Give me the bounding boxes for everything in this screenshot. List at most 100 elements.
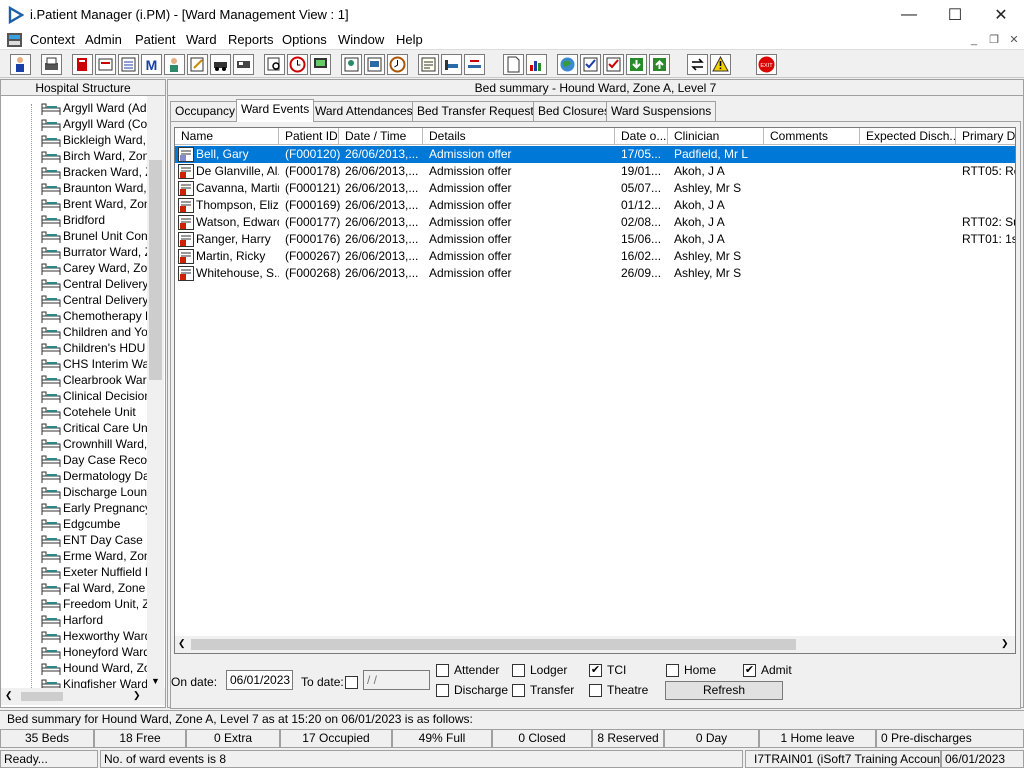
tree-item-ward[interactable]: Bickleigh Ward, Z xyxy=(37,132,147,148)
timer-icon[interactable] xyxy=(387,54,408,75)
tree-item-ward[interactable]: Critical Care Unit xyxy=(37,420,147,436)
globe-icon[interactable] xyxy=(557,54,578,75)
tree-item-ward[interactable]: Freedom Unit, Zo xyxy=(37,596,147,612)
tab-bed-closures[interactable]: Bed Closures xyxy=(533,101,616,121)
table-row[interactable]: De Glanville, Al... (F000178) 26/06/2013,.… xyxy=(175,163,1015,180)
tree-item-ward[interactable]: Clearbrook Ward xyxy=(37,372,147,388)
maximize-button[interactable]: ☐ xyxy=(932,0,978,30)
tree-item-ward[interactable]: Brunel Unit Contin xyxy=(37,228,147,244)
tab-occupancy[interactable]: Occupancy xyxy=(170,101,241,121)
tree-item-ward[interactable]: Birch Ward, Zone xyxy=(37,148,147,164)
scroll-left-icon[interactable]: ❮ xyxy=(5,690,15,702)
tree-item-ward[interactable]: Honeyford Ward, xyxy=(37,644,147,660)
approve-icon[interactable] xyxy=(603,54,624,75)
tree-hscroll-thumb[interactable] xyxy=(21,692,63,701)
checkbox-lodger[interactable] xyxy=(512,664,525,677)
tree-item-ward[interactable]: Harford xyxy=(37,612,147,628)
tree-item-ward[interactable]: Braunton Ward, Z xyxy=(37,180,147,196)
col-primary-diagnosis[interactable]: Primary Dia xyxy=(956,128,1015,145)
grid-scroll-right-icon[interactable]: ❯ xyxy=(1001,638,1009,649)
table-row[interactable]: Martin, Ricky (F000267) 26/06/2013,... Admi… xyxy=(175,248,1015,265)
close-button[interactable]: ✕ xyxy=(978,0,1024,30)
tree-item-ward[interactable]: Cotehele Unit xyxy=(37,404,147,420)
tree-item-ward[interactable]: Children's HDU (N xyxy=(37,340,147,356)
tree-item-ward[interactable]: Hound Ward, Zo xyxy=(37,660,147,676)
col-comments[interactable]: Comments xyxy=(764,128,860,145)
grid-hscroll-thumb[interactable] xyxy=(191,639,796,650)
person-icon[interactable] xyxy=(10,54,31,75)
monitor-icon[interactable] xyxy=(310,54,331,75)
tree-item-ward[interactable]: Central Delivery S xyxy=(37,292,147,308)
ambulance-icon[interactable] xyxy=(233,54,254,75)
mdi-restore-button[interactable]: ❐ xyxy=(986,33,1002,47)
tree-item-ward[interactable]: ENT Day Case U xyxy=(37,532,147,548)
menu-options[interactable]: Options xyxy=(282,32,327,47)
blank-document-icon[interactable] xyxy=(503,54,524,75)
checkbox-attender[interactable] xyxy=(436,664,449,677)
tree-item-ward[interactable]: Children and You xyxy=(37,324,147,340)
col-clinician[interactable]: Clinician xyxy=(668,128,764,145)
tree-item-ward[interactable]: Carey Ward, Zon xyxy=(37,260,147,276)
tree-item-ward[interactable]: Chemotherapy D xyxy=(37,308,147,324)
warning-icon[interactable] xyxy=(710,54,731,75)
minimize-button[interactable]: — xyxy=(886,0,932,30)
to-date-checkbox[interactable] xyxy=(345,676,358,689)
tab-ward-attendances[interactable]: Ward Attendances xyxy=(310,101,418,121)
menu-ward[interactable]: Ward xyxy=(186,32,217,47)
menu-admin[interactable]: Admin xyxy=(85,32,122,47)
tree-item-ward[interactable]: Argyll Ward (Cots xyxy=(37,116,147,132)
menu-help[interactable]: Help xyxy=(396,32,423,47)
checkbox-theatre[interactable] xyxy=(589,684,602,697)
tree-item-ward[interactable]: Day Case Recov xyxy=(37,452,147,468)
menu-patient[interactable]: Patient xyxy=(135,32,175,47)
tab-ward-suspensions[interactable]: Ward Suspensions xyxy=(606,101,717,121)
tree-item-ward[interactable]: Edgcumbe xyxy=(37,516,147,532)
refresh-button[interactable]: Refresh xyxy=(665,681,783,700)
download-icon[interactable] xyxy=(626,54,647,75)
tree-item-ward[interactable]: CHS Interim Ward xyxy=(37,356,147,372)
table-row[interactable]: Bell, Gary (F000120) 26/06/2013,... Admissi… xyxy=(175,146,1015,163)
transport-icon[interactable] xyxy=(210,54,231,75)
mdi-minimize-button[interactable]: _ xyxy=(966,33,982,47)
checkbox-tci[interactable]: ✔ xyxy=(589,664,602,677)
form-icon[interactable] xyxy=(364,54,385,75)
table-row[interactable]: Whitehouse, S... (F000268) 26/06/2013,... A… xyxy=(175,265,1015,282)
upload-icon[interactable] xyxy=(649,54,670,75)
check-list-icon[interactable] xyxy=(580,54,601,75)
tree-item-ward[interactable]: Brent Ward, Zone xyxy=(37,196,147,212)
m-letter-icon[interactable]: M xyxy=(141,54,162,75)
tree-item-ward[interactable]: Early Pregnancy xyxy=(37,500,147,516)
clock-icon[interactable] xyxy=(287,54,308,75)
tree-item-ward[interactable]: Hexworthy Ward, xyxy=(37,628,147,644)
exit-button[interactable]: EXIT xyxy=(756,54,777,75)
table-row[interactable]: Thompson, Eliz... (F000169) 26/06/2013,...… xyxy=(175,197,1015,214)
col-date-of[interactable]: Date o... xyxy=(615,128,668,145)
tree-item-ward[interactable]: Clinical Decision xyxy=(37,388,147,404)
tab-ward-events[interactable]: Ward Events xyxy=(236,99,315,122)
tree-item-ward[interactable]: Bridford xyxy=(37,212,147,228)
table-row[interactable]: Ranger, Harry (F000176) 26/06/2013,... Admi… xyxy=(175,231,1015,248)
tree-item-ward[interactable]: Central Delivery S xyxy=(37,276,147,292)
col-expected-discharge[interactable]: Expected Disch... xyxy=(860,128,956,145)
on-date-input[interactable]: 06/01/2023 xyxy=(226,670,293,690)
notes-icon[interactable] xyxy=(418,54,439,75)
col-name[interactable]: Name xyxy=(175,128,279,145)
menu-reports[interactable]: Reports xyxy=(228,32,274,47)
tree-scroll-thumb[interactable] xyxy=(149,160,162,380)
menu-window[interactable]: Window xyxy=(338,32,384,47)
tree-item-ward[interactable]: Bracken Ward, Z xyxy=(37,164,147,180)
tab-bed-transfer-requests[interactable]: Bed Transfer Requests xyxy=(412,101,545,121)
mdi-close-button[interactable]: ✕ xyxy=(1006,33,1022,47)
printer-icon[interactable] xyxy=(41,54,62,75)
book-red-icon[interactable] xyxy=(72,54,93,75)
table-row[interactable]: Watson, Edward (F000177) 26/06/2013,... Adm… xyxy=(175,214,1015,231)
tree-item-ward[interactable]: Discharge Loung xyxy=(37,484,147,500)
tree-item-ward[interactable]: Exeter Nuffield H xyxy=(37,564,147,580)
swap-icon[interactable] xyxy=(687,54,708,75)
col-date-time[interactable]: Date / Time xyxy=(339,128,423,145)
bar-chart-icon[interactable] xyxy=(526,54,547,75)
tree-item-ward[interactable]: Crownhill Ward, Z xyxy=(37,436,147,452)
grid-scroll-left-icon[interactable]: ❮ xyxy=(178,638,186,649)
tree-item-ward[interactable]: Burrator Ward, Zo xyxy=(37,244,147,260)
menu-context[interactable]: Context xyxy=(30,32,75,47)
